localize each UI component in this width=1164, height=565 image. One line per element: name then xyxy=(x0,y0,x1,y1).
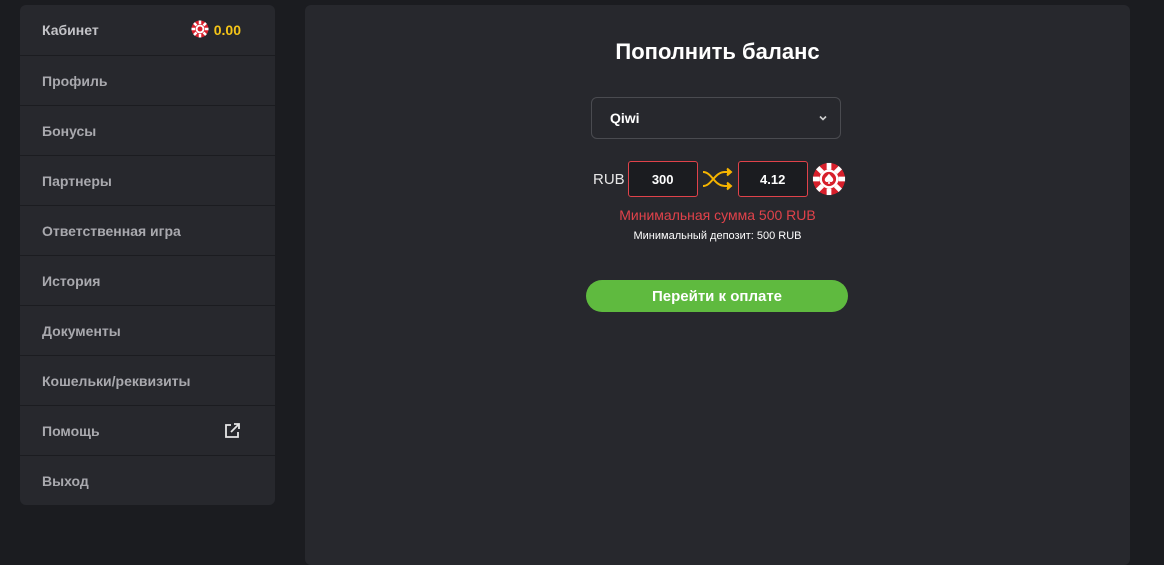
proceed-to-payment-button[interactable]: Перейти к оплате xyxy=(586,280,848,312)
sidebar-item-label: Ответственная игра xyxy=(42,222,181,239)
sidebar-item-responsible-gaming[interactable]: Ответственная игра xyxy=(20,206,275,256)
min-amount-error: Минимальная сумма 500 RUB xyxy=(619,207,816,223)
sidebar: Кабинет 0.00 Профиль Бонусы Партнеры Отв… xyxy=(20,5,275,505)
amount-input[interactable]: 300 xyxy=(627,161,698,197)
sidebar-item-label: Выход xyxy=(42,473,89,489)
sidebar-item-label: Кабинет xyxy=(42,22,99,38)
payment-method-select[interactable]: Qiwi xyxy=(591,97,841,139)
sidebar-item-label: Помощь xyxy=(42,422,100,439)
payment-method-value: Qiwi xyxy=(610,110,640,126)
min-deposit-hint: Минимальный депозит: 500 RUB xyxy=(633,230,802,242)
sidebar-item-label: История xyxy=(42,272,101,289)
sidebar-item-logout[interactable]: Выход xyxy=(20,456,275,505)
currency-label: RUB xyxy=(593,170,625,188)
page-title: Пополнить баланс xyxy=(615,39,820,64)
external-link-icon[interactable] xyxy=(223,422,241,440)
chevron-down-icon xyxy=(818,113,828,123)
sidebar-item-label: Профиль xyxy=(42,72,108,89)
sidebar-item-help[interactable]: Помощь xyxy=(20,406,275,456)
sidebar-item-label: Кошельки/реквизиты xyxy=(42,372,191,389)
chip-icon xyxy=(812,162,846,196)
swap-arrows-icon xyxy=(698,161,738,197)
sidebar-item-partners[interactable]: Партнеры xyxy=(20,156,275,206)
conversion-row: RUB 300 4.12 xyxy=(593,161,846,197)
chip-icon xyxy=(191,20,209,41)
sidebar-item-history[interactable]: История xyxy=(20,256,275,306)
sidebar-item-wallets[interactable]: Кошельки/реквизиты xyxy=(20,356,275,406)
sidebar-item-label: Документы xyxy=(42,322,121,339)
sidebar-item-profile[interactable]: Профиль xyxy=(20,56,275,106)
balance-display: 0.00 xyxy=(191,20,241,41)
sidebar-item-label: Бонусы xyxy=(42,122,97,139)
sidebar-item-cabinet[interactable]: Кабинет 0.00 xyxy=(20,5,275,56)
converted-amount-field[interactable]: 4.12 xyxy=(737,161,808,197)
sidebar-item-bonuses[interactable]: Бонусы xyxy=(20,106,275,156)
balance-value: 0.00 xyxy=(213,22,241,38)
deposit-panel: Пополнить баланс Qiwi RUB 300 4.12 Миним… xyxy=(305,5,1130,565)
sidebar-item-documents[interactable]: Документы xyxy=(20,306,275,356)
sidebar-item-label: Партнеры xyxy=(42,172,112,189)
